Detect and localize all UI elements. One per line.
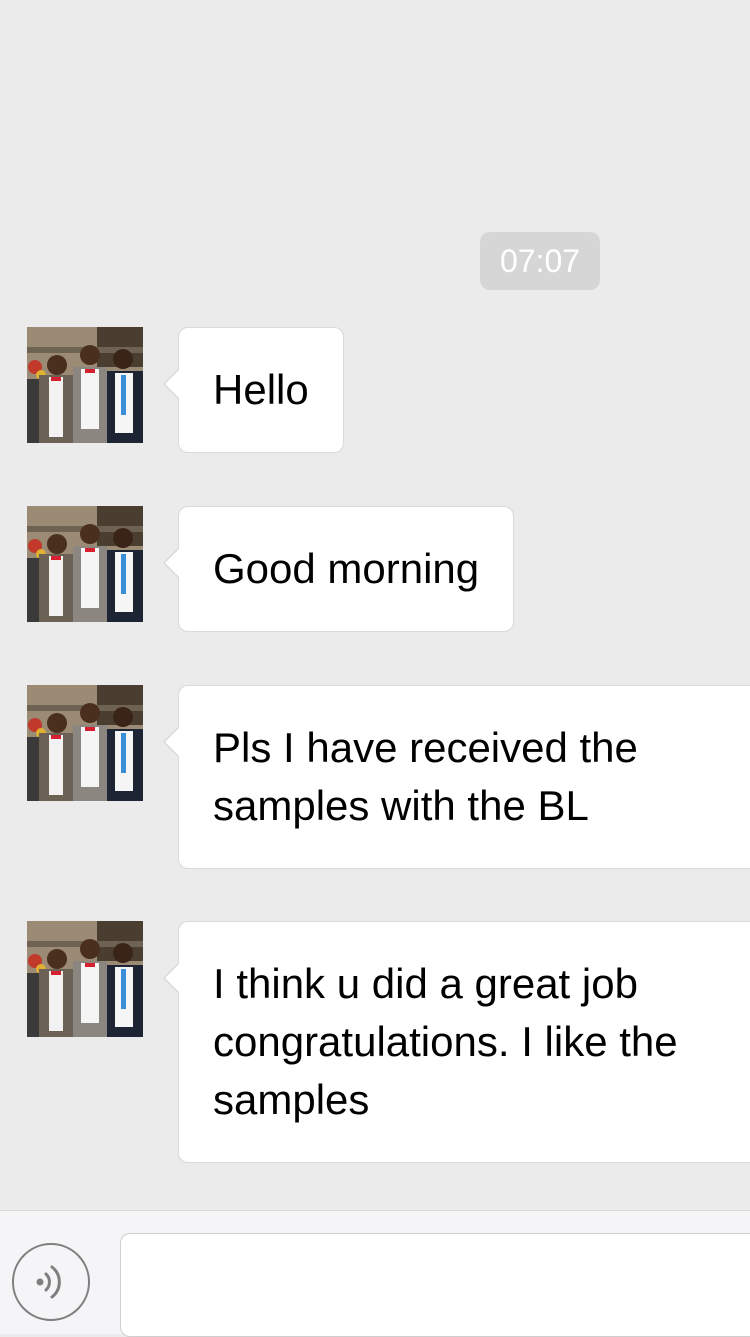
message-bubble[interactable]: Good morning [162,506,515,632]
composer-bar [0,1210,750,1337]
message-text: samples with the BL [213,782,589,829]
message-text: samples [213,1076,370,1123]
message-bubble[interactable]: Hello [163,327,344,453]
message-text: congratulations. I like the [213,1018,678,1065]
voice-input-button[interactable] [12,1243,90,1321]
message-text: Good morning [213,545,480,592]
message-bubble[interactable]: I think u did a great job congratulation… [163,921,750,1163]
avatar[interactable] [27,685,143,801]
message-input[interactable] [120,1233,750,1337]
avatar[interactable] [27,327,143,443]
message-text: Hello [213,366,309,413]
message-bubble[interactable]: Pls I have received the samples with the… [163,685,750,869]
voice-icon [36,1265,61,1299]
message-text: Pls I have received the [213,724,638,771]
chat-area[interactable]: 07:07 Hello Good morning Pls I have rece… [0,0,750,1210]
message-text: I think u did a great job [213,960,638,1007]
avatar[interactable] [27,921,143,1037]
avatar[interactable] [27,506,143,622]
timestamp-badge: 07:07 [480,232,600,290]
